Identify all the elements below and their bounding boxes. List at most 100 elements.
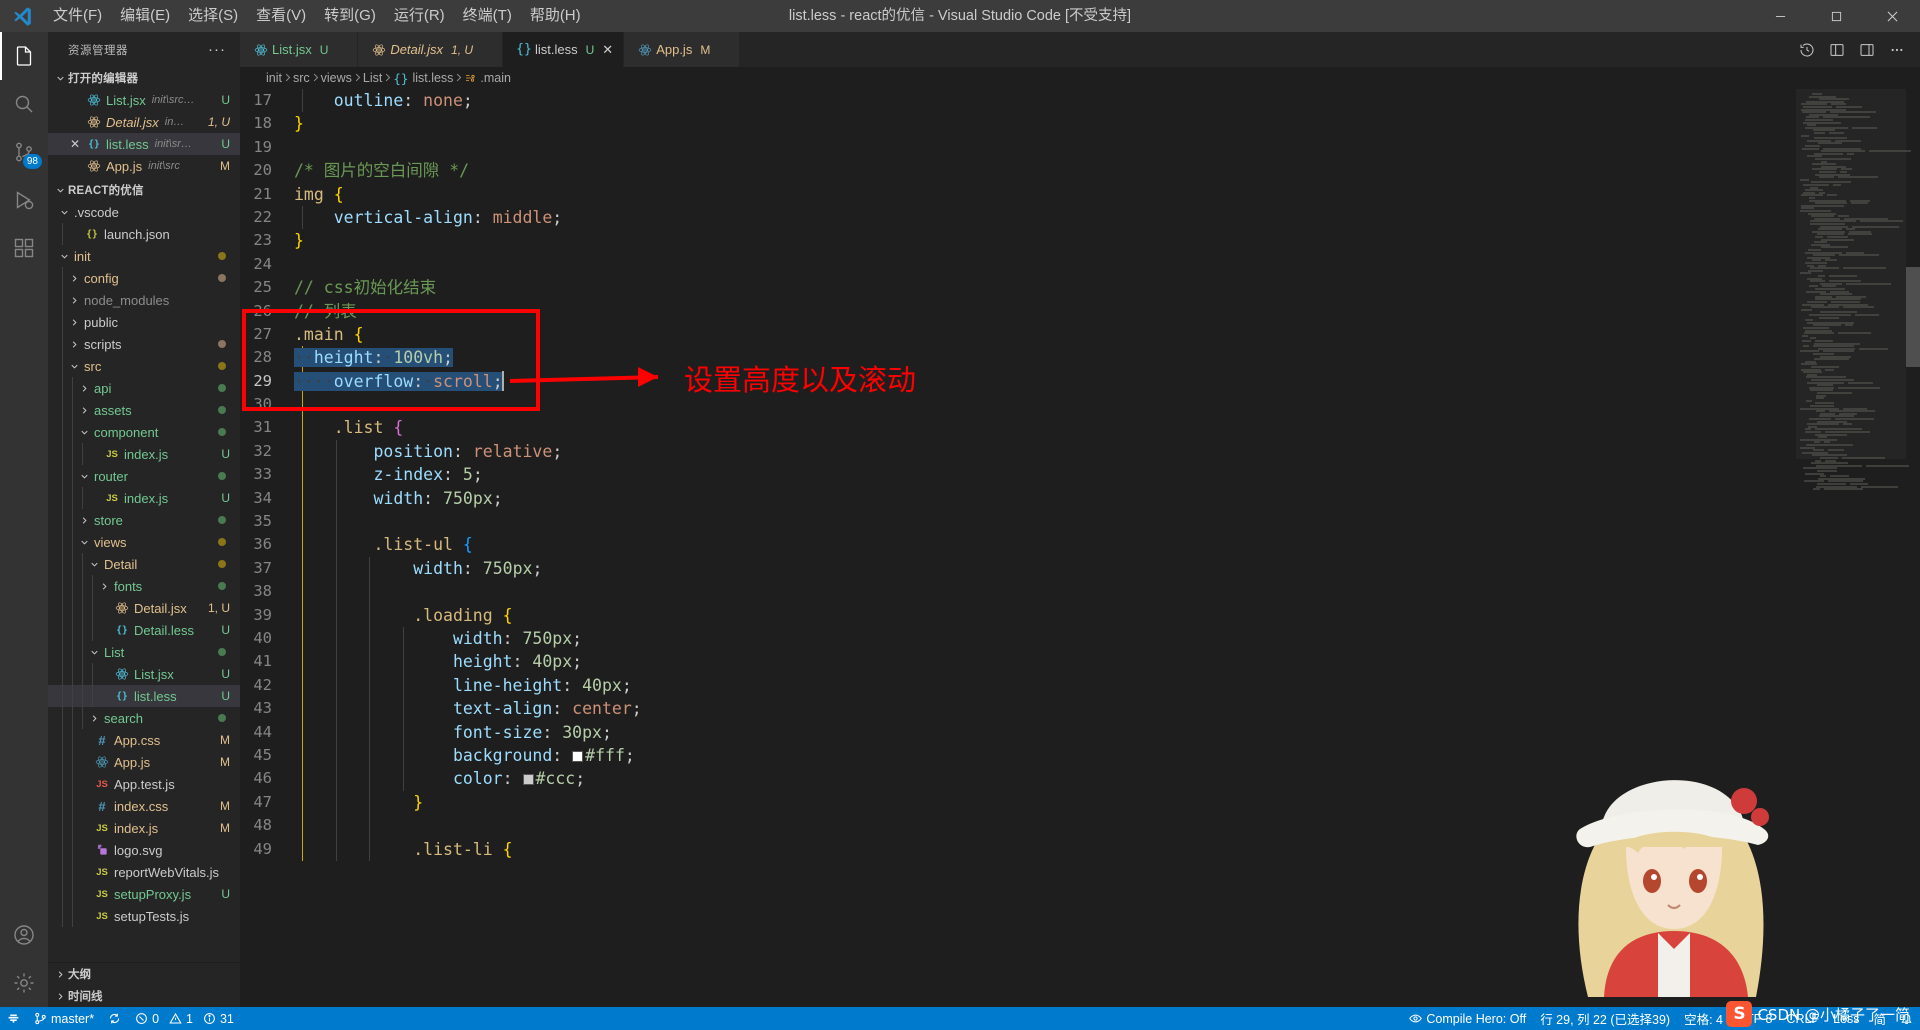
- tree-item-scripts[interactable]: scripts: [48, 333, 240, 355]
- tree-item-index.js[interactable]: JS index.js U: [48, 487, 240, 509]
- status-git-branch[interactable]: master*: [27, 1007, 101, 1030]
- chevron-right-icon[interactable]: [66, 316, 82, 328]
- code-line[interactable]: 23}: [240, 229, 1920, 252]
- chevron-down-icon[interactable]: [86, 646, 102, 658]
- timeline-history-icon[interactable]: [1794, 36, 1820, 64]
- tree-item-config[interactable]: config: [48, 267, 240, 289]
- chevron-right-icon[interactable]: [66, 338, 82, 350]
- editor-vertical-scrollbar[interactable]: [1906, 89, 1920, 1007]
- activity-extensions[interactable]: [0, 224, 48, 272]
- chevron-down-icon[interactable]: [56, 206, 72, 218]
- breadcrumb-item-listless[interactable]: {} list.less: [393, 71, 453, 86]
- open-editor-item[interactable]: List.jsx init\src… U: [48, 89, 240, 111]
- tree-item-App.css[interactable]: # App.css M: [48, 729, 240, 751]
- activity-accounts[interactable]: [0, 911, 48, 959]
- code-line[interactable]: 42 line-height: 40px;: [240, 673, 1920, 698]
- tree-item-assets[interactable]: assets: [48, 399, 240, 421]
- tree-item-store[interactable]: store: [48, 509, 240, 531]
- code-line[interactable]: 26 // 列表: [240, 300, 1920, 323]
- code-line[interactable]: 29 ····overflow:·scroll;: [240, 369, 1920, 394]
- tab-Detail-jsx[interactable]: Detail.jsx1, U✕: [358, 32, 503, 67]
- open-editors-header[interactable]: 打开的编辑器: [48, 67, 240, 89]
- chevron-right-icon[interactable]: [76, 514, 92, 526]
- tree-item-init[interactable]: init: [48, 245, 240, 267]
- tree-item-logo.svg[interactable]: logo.svg: [48, 839, 240, 861]
- tree-item-list.less[interactable]: {} list.less U: [48, 685, 240, 707]
- project-header[interactable]: REACT的优信: [48, 179, 240, 201]
- minimap[interactable]: [1796, 89, 1911, 1007]
- chevron-down-icon[interactable]: [76, 470, 92, 482]
- code-line[interactable]: 33 z-index: 5;: [240, 463, 1920, 487]
- chevron-right-icon[interactable]: [66, 294, 82, 306]
- open-editor-item[interactable]: App.js init\src M: [48, 155, 240, 177]
- code-line[interactable]: 37 width: 750px;: [240, 556, 1920, 581]
- breadcrumb-item-List[interactable]: List: [363, 71, 382, 85]
- breadcrumb-item-src[interactable]: src: [293, 71, 310, 85]
- status-problems[interactable]: 0 1 31: [128, 1007, 241, 1030]
- tree-item-api[interactable]: api: [48, 377, 240, 399]
- code-line[interactable]: 46 color: #ccc;: [240, 767, 1920, 791]
- tree-item-reportWebVitals.js[interactable]: JS reportWebVitals.js: [48, 861, 240, 883]
- status-sync-icon[interactable]: [101, 1007, 128, 1030]
- breadcrumb-item-init[interactable]: init: [266, 71, 282, 85]
- code-editor[interactable]: 17 outline: none; 18} 19 20/* 图片的空白间隙 */21 i…: [240, 89, 1920, 1007]
- code-line[interactable]: 17 outline: none;: [240, 89, 1920, 113]
- breadcrumb-item-views[interactable]: views: [321, 71, 352, 85]
- activity-search[interactable]: [0, 80, 48, 128]
- chevron-down-icon[interactable]: [76, 426, 92, 438]
- code-line[interactable]: 41 height: 40px;: [240, 650, 1920, 674]
- tree-item-List.jsx[interactable]: List.jsx U: [48, 663, 240, 685]
- panel-outline[interactable]: 大纲: [48, 963, 240, 985]
- code-line[interactable]: 43 text-align: center;: [240, 697, 1920, 721]
- code-line[interactable]: 27 .main {: [240, 323, 1920, 346]
- chevron-down-icon[interactable]: [86, 558, 102, 570]
- tree-item-views[interactable]: views: [48, 531, 240, 553]
- open-editor-item[interactable]: ✕ {} list.less init\sr… U: [48, 133, 240, 155]
- code-line[interactable]: 38: [240, 580, 1920, 604]
- code-line[interactable]: 22 vertical-align: middle;: [240, 205, 1920, 230]
- close-icon[interactable]: ✕: [66, 137, 84, 151]
- activity-source-control[interactable]: 98: [0, 128, 48, 176]
- code-line[interactable]: 24: [240, 253, 1920, 276]
- chevron-right-icon[interactable]: [76, 404, 92, 416]
- code-line[interactable]: 20 /* 图片的空白间隙 */: [240, 159, 1920, 182]
- menu-terminal[interactable]: 终端(T): [454, 0, 521, 32]
- code-line[interactable]: 35: [240, 510, 1920, 534]
- panel-timeline[interactable]: 时间线: [48, 985, 240, 1007]
- menu-run[interactable]: 运行(R): [385, 0, 454, 32]
- close-button[interactable]: [1864, 0, 1920, 32]
- close-icon[interactable]: ✕: [602, 42, 613, 58]
- menu-help[interactable]: 帮助(H): [521, 0, 590, 32]
- tree-item-component[interactable]: component: [48, 421, 240, 443]
- maximize-button[interactable]: [1808, 0, 1864, 32]
- minimize-button[interactable]: [1752, 0, 1808, 32]
- code-line[interactable]: 47 }: [240, 790, 1920, 815]
- tree-item-index.js[interactable]: JS index.js M: [48, 817, 240, 839]
- chevron-right-icon[interactable]: [76, 382, 92, 394]
- code-line[interactable]: 28 ··height:·100vh;: [240, 346, 1920, 370]
- code-line[interactable]: 18}: [240, 112, 1920, 135]
- tree-item-search[interactable]: search: [48, 707, 240, 729]
- code-line[interactable]: 45 background: #fff;: [240, 743, 1920, 768]
- status-editor-position[interactable]: 行 29, 列 22 (已选择39): [1533, 1007, 1677, 1030]
- tree-item-List[interactable]: List: [48, 641, 240, 663]
- scrollbar-thumb[interactable]: [1906, 267, 1920, 367]
- tree-item-fonts[interactable]: fonts: [48, 575, 240, 597]
- tree-item-.vscode[interactable]: .vscode: [48, 201, 240, 223]
- split-editor-layout-icon[interactable]: [1824, 36, 1850, 64]
- tree-item-router[interactable]: router: [48, 465, 240, 487]
- code-line[interactable]: 49 .list-li {: [240, 837, 1920, 861]
- code-line[interactable]: 31 .list {: [240, 416, 1920, 440]
- toggle-panel-icon[interactable]: [1854, 36, 1880, 64]
- code-line[interactable]: 30: [240, 393, 1920, 417]
- chevron-down-icon[interactable]: [56, 250, 72, 262]
- open-editor-item[interactable]: Detail.jsx in… 1, U: [48, 111, 240, 133]
- tree-item-launch.json[interactable]: {} launch.json: [48, 223, 240, 245]
- code-line[interactable]: 36 .list-ul {: [240, 533, 1920, 557]
- menu-edit[interactable]: 编辑(E): [111, 0, 179, 32]
- code-line[interactable]: 34 width: 750px;: [240, 486, 1920, 511]
- status-compile-hero[interactable]: Compile Hero: Off: [1402, 1007, 1533, 1030]
- menu-view[interactable]: 查看(V): [247, 0, 315, 32]
- tree-item-setupProxy.js[interactable]: JS setupProxy.js U: [48, 883, 240, 905]
- tree-item-Detail[interactable]: Detail: [48, 553, 240, 575]
